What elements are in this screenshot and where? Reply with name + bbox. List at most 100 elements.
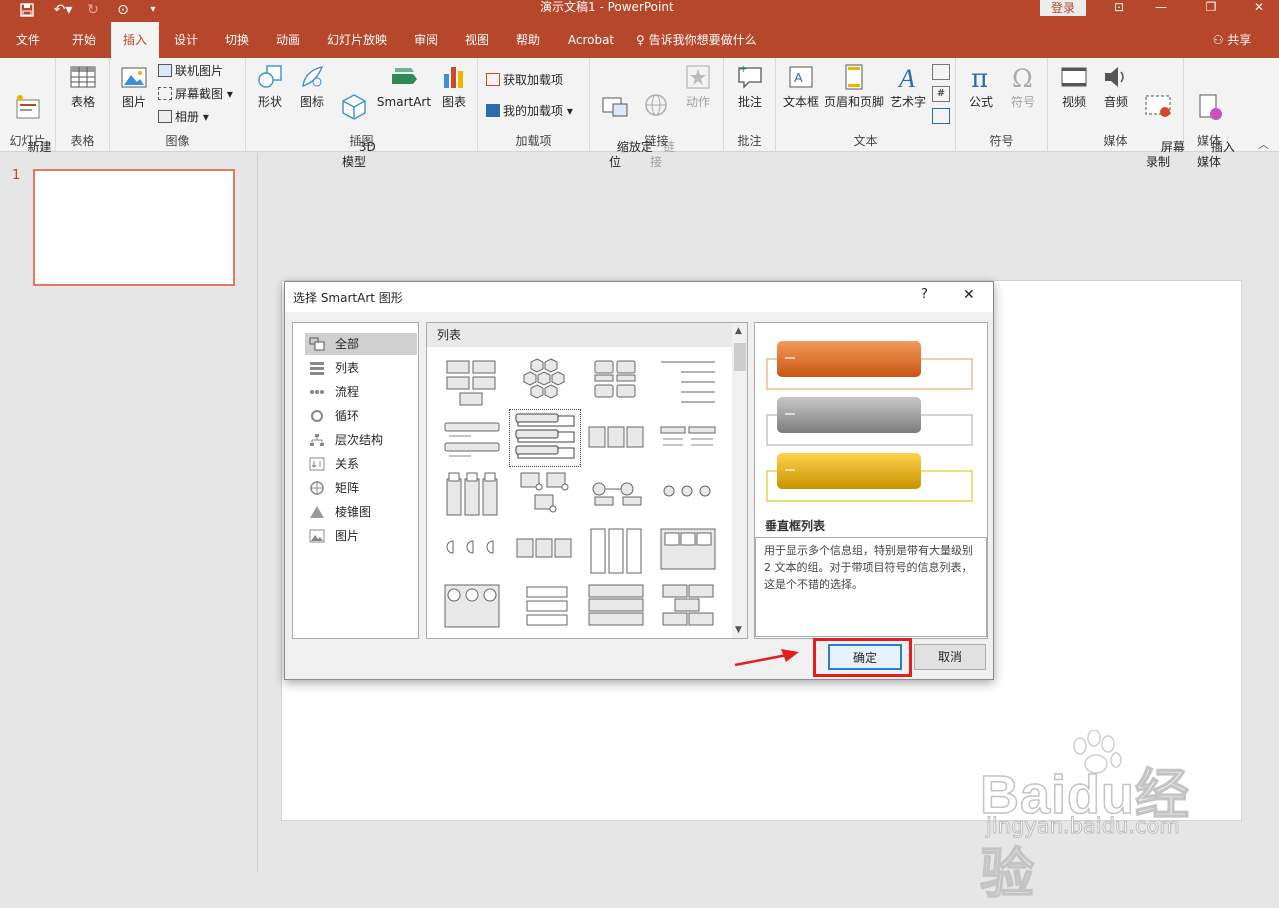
ok-button[interactable]: 确定 [828,644,902,670]
category-picture-label: 图片 [335,529,360,543]
layout-basic-block-list[interactable] [441,357,503,409]
action-button[interactable]: 动作 [678,62,718,110]
symbol-button[interactable]: Ω 符号 [1004,62,1042,110]
share-button[interactable]: ⚇ 共享 [1206,22,1258,58]
tab-insert[interactable]: 插入 [111,22,159,58]
picture-button[interactable]: 图片 [116,62,152,110]
audio-button[interactable]: 音频 [1096,62,1136,110]
tell-me-search[interactable]: ♀ 告诉我你想要做什么 [636,22,770,58]
scroll-down-icon[interactable]: ▼ [735,625,742,635]
scroll-thumb[interactable] [734,343,746,371]
smartart-label: SmartArt [376,95,432,109]
icons-button[interactable]: 图标 [294,62,330,110]
slide-thumbnail[interactable] [33,169,235,286]
collapse-ribbon-icon[interactable]: ︿ [1258,136,1269,152]
video-icon [1061,67,1087,87]
category-list-item[interactable]: 列表 [305,357,417,379]
undo-icon[interactable]: ↶▾ [50,0,76,22]
layout-grouped-list[interactable] [585,357,647,409]
group-label-addins: 加载项 [515,134,552,148]
smartart-button[interactable]: SmartArt [376,62,432,110]
svg-text:A: A [794,70,803,85]
category-all[interactable]: 全部 [305,333,417,355]
layout-stacked-list[interactable] [441,469,503,521]
category-matrix[interactable]: 矩阵 [305,477,417,499]
my-addins-button[interactable]: 我的加载项 ▾ [486,103,573,119]
cancel-button[interactable]: 取消 [914,644,986,670]
login-button[interactable]: 登录 [1040,0,1086,16]
tab-slideshow[interactable]: 幻灯片放映 [318,22,396,58]
help-icon[interactable]: ? [921,287,928,302]
tab-animations[interactable]: 动画 [264,22,312,58]
layout-vertical-bullet-list[interactable] [441,413,503,465]
date-time-icon[interactable] [932,64,950,80]
tab-view[interactable]: 视图 [453,22,501,58]
layout-vertical-columns[interactable] [585,525,647,577]
layout-horizontal-bullet-list[interactable] [585,413,647,465]
layout-hexagon-cluster[interactable] [513,357,575,409]
layout-picture-caption-list[interactable] [513,469,575,521]
shapes-button[interactable]: 形状 [252,62,288,110]
ribbon-display-icon[interactable]: ⊡ [1104,0,1134,16]
group-label-media: 媒体 [1103,134,1128,148]
category-relationship[interactable]: 关系 [305,453,417,475]
tab-design[interactable]: 设计 [162,22,210,58]
layout-bullet-circles[interactable] [657,469,719,521]
customize-toolbar-icon[interactable]: ▾ [142,0,164,22]
group-label-media-2: 媒体 [1196,134,1221,148]
chart-button[interactable]: 图表 [436,62,472,110]
category-cycle[interactable]: 循环 [305,405,417,427]
album-button[interactable]: 相册 ▾ [158,109,209,125]
layout-half-circle-list[interactable] [441,525,503,577]
table-button[interactable]: 表格 [62,62,104,110]
tab-transitions[interactable]: 切换 [213,22,261,58]
category-picture[interactable]: 图片 [305,525,417,547]
header-footer-button[interactable]: 页眉和页脚 [822,62,886,110]
category-hierarchy[interactable]: 层次结构 [305,429,417,451]
tab-file[interactable]: 文件 [6,22,50,58]
redo-icon[interactable]: ↻ [82,0,104,22]
category-pyramid[interactable]: 棱锥图 [305,501,417,523]
online-picture-button[interactable]: 联机图片 [158,63,223,79]
close-window-icon[interactable]: ✕ [1244,0,1274,16]
wordart-button[interactable]: A 艺术字 [888,62,928,110]
video-button[interactable]: 视频 [1054,62,1094,110]
insert-media-button[interactable]: 插入 媒体 [1188,62,1235,185]
scroll-up-icon[interactable]: ▲ [735,326,742,336]
equation-button[interactable]: π 公式 [962,62,1000,110]
slide-number-icon[interactable]: # [932,86,950,102]
link-button[interactable]: 链 接 [640,62,675,185]
tab-acrobat[interactable]: Acrobat [560,22,622,58]
layout-chevron-list[interactable] [513,525,575,577]
object-icon[interactable] [932,108,950,124]
category-list: 全部 列表 流程 循环 层次结构 关系 矩阵 棱锥图 图片 [292,322,419,639]
category-process[interactable]: 流程 [305,381,417,403]
layout-picture-grid[interactable] [657,525,719,577]
3d-model-button[interactable]: 3D 模型 [336,62,376,185]
layout-bracket-list[interactable] [513,581,575,633]
layout-square-accent-list[interactable] [657,581,719,633]
close-icon[interactable]: ✕ [963,287,975,303]
get-addins-button[interactable]: 获取加载项 [486,72,563,88]
tab-review[interactable]: 审阅 [402,22,450,58]
layout-lined-list[interactable] [657,357,719,409]
layout-vertical-box-list-selected[interactable] [509,409,581,467]
layout-table-list[interactable] [585,581,647,633]
start-slideshow-icon[interactable]: ⊙ [112,0,134,22]
layout-target-list[interactable] [657,413,719,465]
layout-circle-arrow-list[interactable] [441,581,503,633]
category-list-label: 列表 [335,361,360,375]
restore-icon[interactable]: ❐ [1196,0,1226,16]
tab-home[interactable]: 开始 [60,22,108,58]
comment-button[interactable]: + 批注 [730,62,770,110]
save-icon[interactable] [16,0,38,22]
zoom-button[interactable]: 缩放定 位 [594,62,653,185]
layout-alternating-flow[interactable] [585,469,647,521]
screenshot-button[interactable]: 屏幕截图 ▾ [158,86,233,102]
preview-title: 垂直框列表 [765,519,826,533]
screen-record-button[interactable]: 屏幕 录制 [1138,62,1185,185]
minimize-icon[interactable]: — [1146,0,1176,16]
gallery-scrollbar[interactable]: ▲ ▼ [732,323,747,638]
tab-help[interactable]: 帮助 [504,22,552,58]
textbox-button[interactable]: A 文本框 [780,62,822,110]
